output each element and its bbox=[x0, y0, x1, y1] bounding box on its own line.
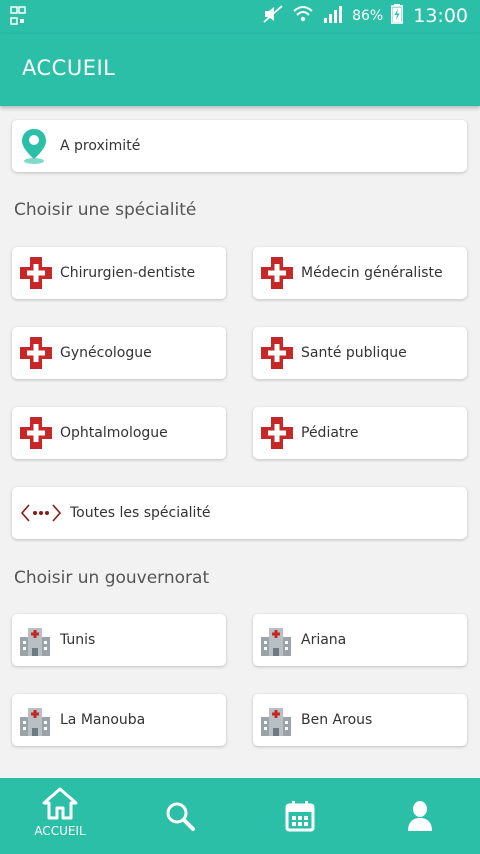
governorate-card[interactable]: La Manouba bbox=[12, 694, 226, 746]
speciality-label: Santé publique bbox=[301, 345, 407, 361]
governorate-card[interactable]: Ben Arous bbox=[253, 694, 467, 746]
speciality-card[interactable]: Santé publique bbox=[253, 327, 467, 379]
page-title: ACCUEIL bbox=[22, 56, 116, 80]
speciality-label: Chirurgien-dentiste bbox=[60, 265, 196, 281]
speciality-card[interactable]: Pédiatre bbox=[253, 407, 467, 459]
speciality-card[interactable]: Gynécologue bbox=[12, 327, 226, 379]
governorate-card[interactable]: Tunis bbox=[12, 614, 226, 666]
medical-cross-icon bbox=[12, 336, 60, 370]
medical-cross-icon bbox=[253, 336, 301, 370]
more-dots-icon bbox=[20, 502, 62, 524]
hospital-building-icon bbox=[12, 703, 60, 737]
all-specialities-button[interactable]: Toutes les spécialité bbox=[12, 487, 467, 539]
medical-cross-icon bbox=[253, 256, 301, 290]
clock: 13:00 bbox=[413, 5, 468, 27]
wifi-icon bbox=[292, 4, 314, 28]
map-pin-icon bbox=[20, 127, 48, 165]
search-icon bbox=[164, 800, 196, 832]
medical-cross-icon bbox=[12, 256, 60, 290]
governorate-label: La Manouba bbox=[60, 712, 146, 728]
nearby-button[interactable]: A proximité bbox=[12, 120, 467, 172]
governorate-section-title: Choisir un gouvernorat bbox=[14, 568, 210, 588]
speciality-label: Pédiatre bbox=[301, 425, 359, 441]
nav-home[interactable]: ACCUEIL bbox=[0, 778, 120, 854]
governorate-label: Ben Arous bbox=[301, 712, 373, 728]
nearby-label: A proximité bbox=[60, 138, 141, 154]
governorate-label: Ariana bbox=[301, 632, 347, 648]
speciality-section-title: Choisir une spécialité bbox=[14, 200, 197, 220]
hospital-building-icon bbox=[253, 623, 301, 657]
medical-cross-icon bbox=[12, 416, 60, 450]
governorate-label: Tunis bbox=[60, 632, 96, 648]
nav-home-label: ACCUEIL bbox=[34, 824, 86, 838]
speciality-label: Gynécologue bbox=[60, 345, 152, 361]
speciality-label: Ophtalmologue bbox=[60, 425, 168, 441]
hospital-building-icon bbox=[253, 703, 301, 737]
nav-calendar[interactable] bbox=[240, 778, 360, 854]
mute-icon bbox=[262, 4, 284, 28]
hospital-building-icon bbox=[12, 623, 60, 657]
speciality-card[interactable]: Médecin généraliste bbox=[253, 247, 467, 299]
signal-icon bbox=[322, 4, 344, 28]
bottom-navigation: ACCUEIL bbox=[0, 778, 480, 854]
speciality-card[interactable]: Ophtalmologue bbox=[12, 407, 226, 459]
calendar-icon bbox=[285, 800, 315, 832]
qr-notification-icon bbox=[10, 6, 26, 30]
battery-percent: 86% bbox=[352, 8, 384, 24]
speciality-label: Médecin généraliste bbox=[301, 265, 443, 281]
home-icon bbox=[42, 786, 78, 820]
status-bar: 86% 13:00 bbox=[0, 0, 480, 34]
all-specialities-label: Toutes les spécialité bbox=[70, 505, 211, 521]
governorate-card[interactable]: Ariana bbox=[253, 614, 467, 666]
speciality-card[interactable]: Chirurgien-dentiste bbox=[12, 247, 226, 299]
battery-charging-icon bbox=[391, 4, 404, 28]
nav-profile[interactable] bbox=[360, 778, 480, 854]
user-icon bbox=[406, 800, 434, 832]
app-bar: ACCUEIL bbox=[0, 34, 480, 106]
medical-cross-icon bbox=[253, 416, 301, 450]
nav-search[interactable] bbox=[120, 778, 240, 854]
